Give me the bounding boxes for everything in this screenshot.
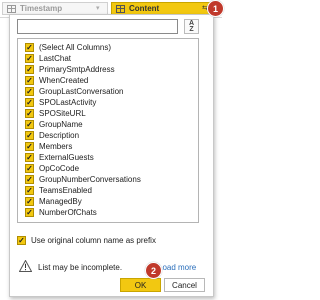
list-item-label: Members [39,142,73,151]
sort-bottom-letter: Z [189,25,194,33]
checkbox-checked-icon[interactable]: ✓ [25,87,34,96]
cancel-button[interactable]: Cancel [164,278,205,292]
sort-az-icon[interactable]: A Z [184,19,199,34]
list-item[interactable]: ✓ Members [25,141,72,152]
checkbox-checked-icon[interactable]: ✓ [25,65,34,74]
checkbox-checked-icon[interactable]: ✓ [25,120,34,129]
table-icon [7,4,16,13]
checkbox-checked-icon[interactable]: ✓ [25,208,34,217]
checkbox-checked-icon[interactable]: ✓ [17,236,26,245]
list-item[interactable]: ✓ GroupNumberConversations [25,174,141,185]
list-item[interactable]: ✓ GroupName [25,119,83,130]
list-item[interactable]: ✓ OpCoCode [25,163,79,174]
column-list: ✓ (Select All Columns) ✓ LastChat ✓ Prim… [17,38,199,223]
list-item-label: TeamsEnabled [39,186,92,195]
list-item[interactable]: ✓ LastChat [25,53,71,64]
list-item[interactable]: ✓ SPOSiteURL [25,108,86,119]
checkbox-checked-icon[interactable]: ✓ [25,54,34,63]
column-search-input[interactable] [17,19,178,34]
checkbox-checked-icon[interactable]: ✓ [25,76,34,85]
timestamp-dropdown-icon[interactable]: ▾ [96,4,100,12]
ok-button[interactable]: OK [120,278,161,292]
list-item-label: GroupLastConversation [39,87,124,96]
checkbox-checked-icon[interactable]: ✓ [25,109,34,118]
list-item-label: NumberOfChats [39,208,97,217]
checkbox-checked-icon[interactable]: ✓ [25,131,34,140]
checkbox-checked-icon[interactable]: ✓ [25,43,34,52]
list-item-select-all[interactable]: ✓ (Select All Columns) [25,42,111,53]
list-item-label: SPOSiteURL [39,109,86,118]
list-item-label: ManagedBy [39,197,82,206]
prefix-option-label: Use original column name as prefix [31,236,156,245]
timestamp-column-label: Timestamp [20,4,63,13]
list-item-label: (Select All Columns) [39,43,112,52]
checkbox-checked-icon[interactable]: ✓ [25,98,34,107]
list-item[interactable]: ✓ NumberOfChats [25,207,97,218]
incomplete-list-warning: List may be incomplete. [38,263,123,272]
list-item-label: PrimarySmtpAddress [39,65,115,74]
list-item-label: SPOLastActivity [39,98,97,107]
list-item[interactable]: ✓ GroupLastConversation [25,86,124,97]
list-item-label: Description [39,131,80,140]
checkbox-checked-icon[interactable]: ✓ [25,175,34,184]
list-item[interactable]: ✓ ManagedBy [25,196,82,207]
checkbox-checked-icon[interactable]: ✓ [25,186,34,195]
list-item[interactable]: ✓ TeamsEnabled [25,185,92,196]
list-item[interactable]: ✓ WhenCreated [25,75,88,86]
checkbox-checked-icon[interactable]: ✓ [25,197,34,206]
list-item-label: GroupNumberConversations [39,175,141,184]
list-item[interactable]: ✓ ExternalGuests [25,152,94,163]
list-item-label: ExternalGuests [39,153,94,162]
list-item[interactable]: ✓ Description [25,130,79,141]
list-item-label: OpCoCode [39,164,80,173]
checkbox-checked-icon[interactable]: ✓ [25,142,34,151]
list-item-label: WhenCreated [39,76,89,85]
checkbox-checked-icon[interactable]: ✓ [25,164,34,173]
list-item[interactable]: ✓ SPOLastActivity [25,97,96,108]
table-icon [116,4,125,13]
content-column-label: Content [129,4,160,13]
prefix-option[interactable]: ✓ Use original column name as prefix [17,236,156,245]
list-item-label: LastChat [39,54,72,63]
step-badge-1: 1 [207,0,224,17]
load-more-link[interactable]: Load more [158,263,196,272]
list-item-label: GroupName [39,120,83,129]
list-item[interactable]: ✓ PrimarySmtpAddress [25,64,115,75]
warning-icon [19,260,32,272]
checkbox-checked-icon[interactable]: ✓ [25,153,34,162]
step-badge-2: 2 [145,262,162,279]
